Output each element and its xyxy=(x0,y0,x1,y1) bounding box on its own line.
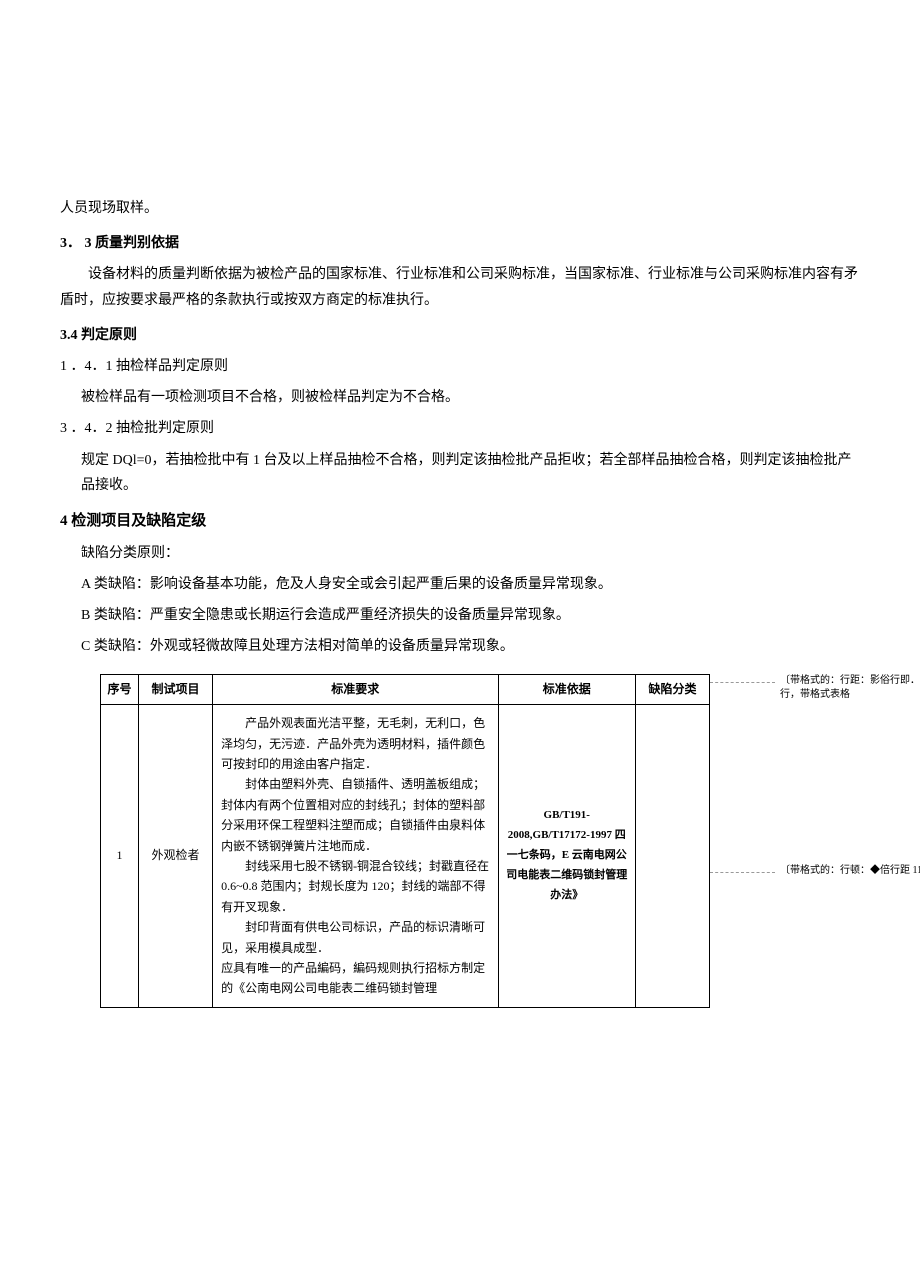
section-3-4-title: 3.4 判定原则 xyxy=(60,323,860,348)
intro-line: 人员现场取样。 xyxy=(60,196,860,221)
format-comment-2: 〔带格式的：行顿：◆倍行距 115?行 xyxy=(780,864,920,878)
req-line: 封体由塑料外壳、自锁插件、透明盖板组成；封体内有两个位置相对应的封线孔；封体的塑… xyxy=(221,774,489,856)
col-defect: 缺陷分类 xyxy=(635,674,709,705)
cell-req: 产品外观表面光洁平整，无毛刺，无利口，色泽均匀，无污迹．产品外壳为透明材料，插件… xyxy=(213,705,498,1007)
defect-table-wrap: 序号 制试项目 标准要求 标准依据 缺陷分类 1 外观检者 产品外观表面光洁平整… xyxy=(60,674,860,1008)
comment-connector-2 xyxy=(710,872,775,873)
section-3-3-body: 设备材料的质量判断依据为被检产品的国家标准、行业标准和公司采购标准，当国家标准、… xyxy=(60,262,860,312)
req-line: 封线采用七股不锈钢-铜混合铰线；封戳直径在 0.6~0.8 范围内；封规长度为 … xyxy=(221,856,489,917)
defect-class-c: C 类缺陷：外观或轻微故障且处理方法相对简单的设备质量异常现象。 xyxy=(81,634,860,659)
req-line: 产品外观表面光洁平整，无毛刺，无利口，色泽均匀，无污迹．产品外壳为透明材料，插件… xyxy=(221,713,489,774)
defect-class-b: B 类缺陷：严重安全隐患或长期运行会造成严重经济损失的设备质量异常现象。 xyxy=(81,603,860,628)
section-3-4-1-body: 被检样品有一项检测项目不合格，则被检样品判定为不合格。 xyxy=(81,385,860,410)
section-3-3-title: 3． 3 质量判别依据 xyxy=(60,231,860,256)
section-3-4-1-title: 1 ．4．1 抽检样品判定原则 xyxy=(60,354,860,379)
col-basis: 标准依据 xyxy=(498,674,635,705)
cell-item: 外观检者 xyxy=(139,705,213,1007)
col-req: 标准要求 xyxy=(213,674,498,705)
req-line: 应具有唯一的产品編码，編码规则执行招标方制定的《公南电网公司电能表二维码锁封管理 xyxy=(221,958,489,999)
section-3-4-2-body: 规定 DQl=0，若抽检批中有 1 台及以上样品抽检不合格，则判定该抽检批产品拒… xyxy=(81,448,860,498)
section-3-4-2-title: 3 ．4．2 抽检批判定原则 xyxy=(60,416,860,441)
table-row: 1 外观检者 产品外观表面光洁平整，无毛刺，无利口，色泽均匀，无污迹．产品外壳为… xyxy=(101,705,710,1007)
col-seq: 序号 xyxy=(101,674,139,705)
section-4-title: 4 检测项目及缺陷定级 xyxy=(60,508,860,535)
col-item: 制试项目 xyxy=(139,674,213,705)
format-comment-1: 〔带格式的：行距：影俗行即．1.15 字行，带格式表格 xyxy=(780,674,920,702)
defect-table: 序号 制试项目 标准要求 标准依据 缺陷分类 1 外观检者 产品外观表面光洁平整… xyxy=(100,674,710,1008)
comment-connector-1 xyxy=(710,682,775,683)
cell-seq: 1 xyxy=(101,705,139,1007)
cell-defect xyxy=(635,705,709,1007)
table-header-row: 序号 制试项目 标准要求 标准依据 缺陷分类 xyxy=(101,674,710,705)
cell-basis: GB/T191-2008,GB/T17172-1997 四一七条码，E 云南电网… xyxy=(498,705,635,1007)
defect-class-a: A 类缺陷：影响设备基本功能，危及人身安全或会引起严重后果的设备质量异常现象。 xyxy=(81,572,860,597)
document-page: 人员现场取样。 3． 3 质量判别依据 设备材料的质量判断依据为被检产品的国家标… xyxy=(0,0,920,1068)
req-line: 封印背面有供电公司标识，产品的标识清晰可见，采用模具成型． xyxy=(221,917,489,958)
defect-principle-intro: 缺陷分类原则： xyxy=(81,541,860,566)
